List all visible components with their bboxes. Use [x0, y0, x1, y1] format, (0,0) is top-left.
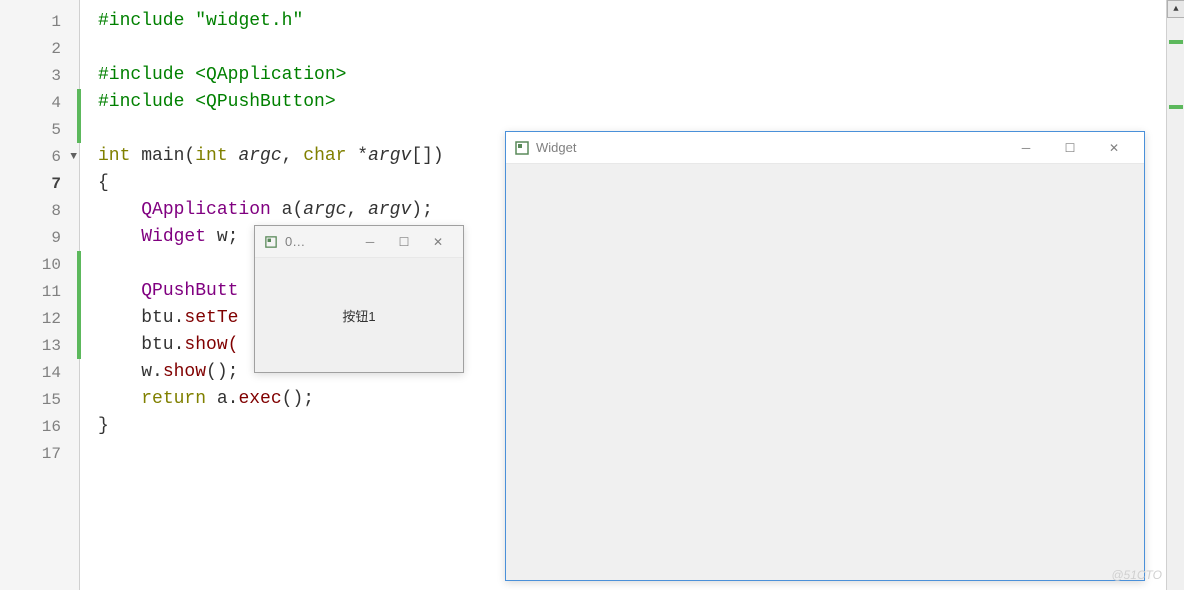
line-number: 16	[37, 418, 61, 436]
line-number: 12	[37, 310, 61, 328]
close-button[interactable]: ✕	[1092, 133, 1136, 163]
line-number: 3	[37, 67, 61, 85]
line-number: 7	[37, 175, 61, 193]
scroll-change-marker	[1169, 105, 1183, 109]
minimize-button[interactable]: ─	[1004, 133, 1048, 163]
maximize-button[interactable]: ☐	[387, 227, 421, 257]
maximize-button[interactable]: ☐	[1048, 133, 1092, 163]
push-button-label: 按钮1	[342, 306, 375, 325]
line-number: 4	[37, 94, 61, 112]
line-number: 13	[37, 337, 61, 355]
app-icon	[263, 234, 279, 250]
line-number: 11	[37, 283, 61, 301]
close-button[interactable]: ✕	[421, 227, 455, 257]
line-number: 15	[37, 391, 61, 409]
watermark: @51CTO	[1111, 568, 1162, 582]
titlebar[interactable]: Widget ─ ☐ ✕	[506, 132, 1144, 164]
line-number: 17	[37, 445, 61, 463]
scroll-change-marker	[1169, 40, 1183, 44]
window-title: 0…	[285, 234, 353, 249]
line-number: 10	[37, 256, 61, 274]
titlebar[interactable]: 0… ─ ☐ ✕	[255, 226, 463, 258]
line-number: 2	[37, 40, 61, 58]
scroll-up-button[interactable]: ▲	[1167, 0, 1184, 18]
app-icon	[514, 140, 530, 156]
button-app-window[interactable]: 0… ─ ☐ ✕ 按钮1	[254, 225, 464, 373]
line-gutter: 1 2 3 4 5 6▼ 7 8 9 10 11 12 13 14 15 16 …	[0, 0, 80, 590]
fold-icon[interactable]: ▼	[70, 151, 77, 163]
line-number: 14	[37, 364, 61, 382]
line-number: 9	[37, 229, 61, 247]
line-number: 8	[37, 202, 61, 220]
line-number: 5	[37, 121, 61, 139]
vertical-scrollbar[interactable]: ▲	[1166, 0, 1184, 590]
line-number: 1	[37, 13, 61, 31]
line-number: 6	[37, 148, 61, 166]
widget-app-window[interactable]: Widget ─ ☐ ✕	[505, 131, 1145, 581]
window-body[interactable]: 按钮1	[255, 258, 463, 372]
window-body	[506, 164, 1144, 580]
minimize-button[interactable]: ─	[353, 227, 387, 257]
window-title: Widget	[536, 140, 1004, 155]
